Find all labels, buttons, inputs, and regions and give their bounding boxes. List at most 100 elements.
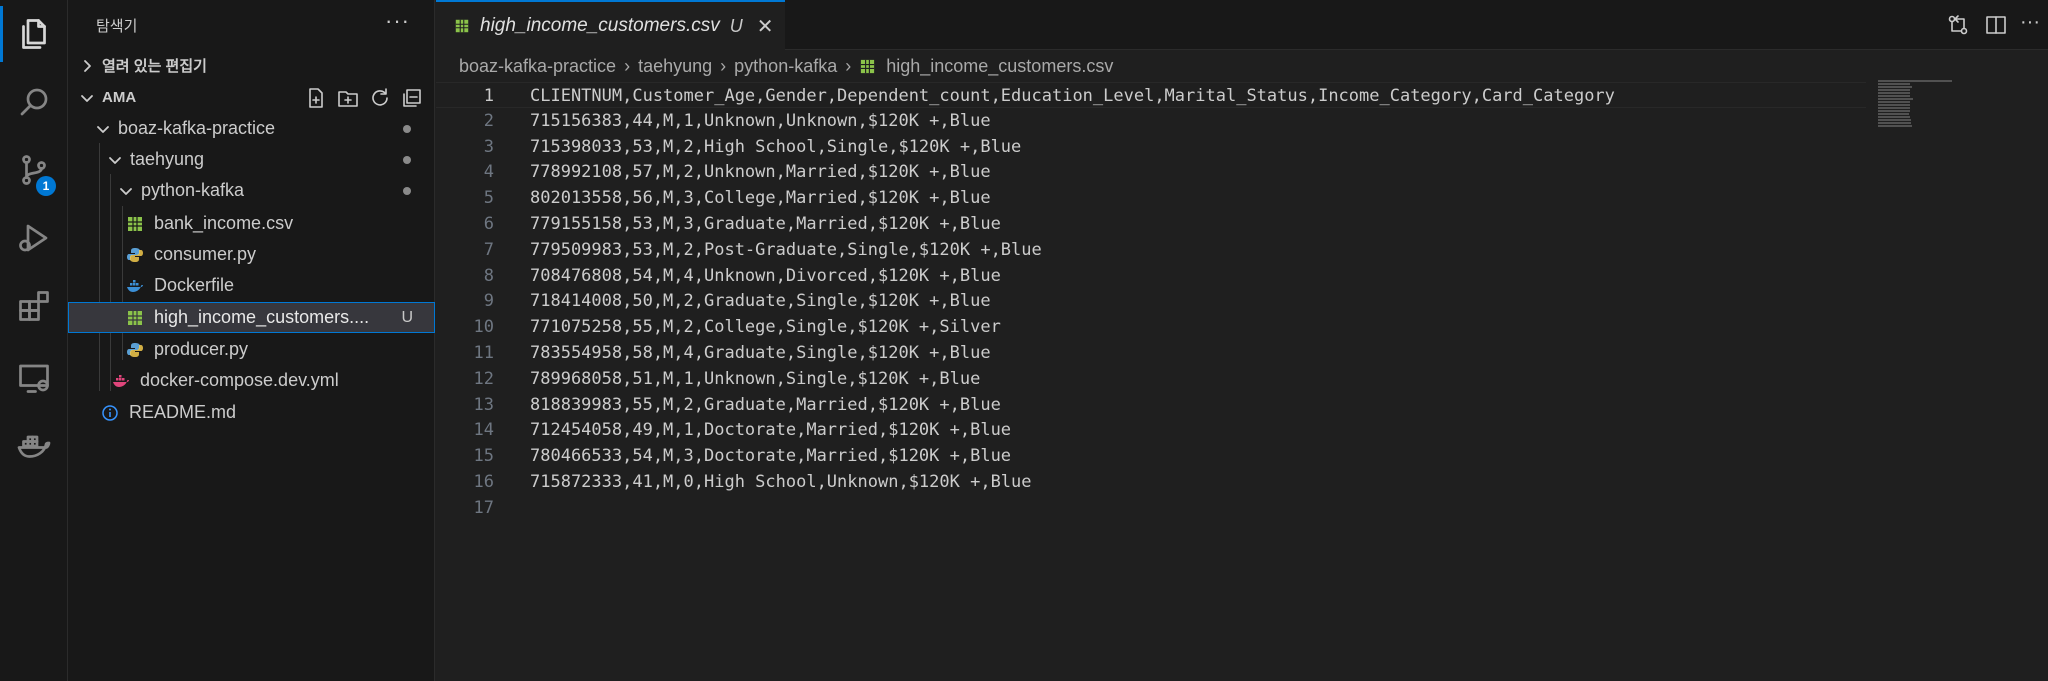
line-number: 6 [483, 214, 494, 234]
line-number: 5 [483, 188, 494, 209]
refresh-icon[interactable] [369, 87, 391, 109]
code-line[interactable]: 1 CLIENTNUM,Customer_Age,Gender,Dependent… [436, 82, 1866, 108]
tree-file-high-income-customers-csv[interactable]: high_income_customers.... U [68, 302, 435, 333]
minimap[interactable] [1878, 80, 1998, 140]
line-number: 8 [483, 265, 494, 286]
tree-item-label: Dockerfile [154, 275, 235, 295]
tab-high-income-customers-csv[interactable]: high_income_customers.csv U ✕ [436, 0, 785, 50]
sidebar-title: 탐색기 [96, 18, 138, 35]
minimap-line [1878, 101, 1911, 103]
tree-folder-boaz-kafka-practice[interactable]: boaz-kafka-practice [68, 113, 435, 144]
tree-item-label: high_income_customers.... [154, 307, 370, 327]
breadcrumb-item[interactable]: python-kafka [734, 56, 837, 77]
breadcrumb-item[interactable]: high_income_customers.csv [886, 56, 1113, 77]
line-number: 17 [473, 497, 494, 518]
source-control-icon[interactable]: 1 [0, 138, 68, 202]
tree-item-label: bank_income.csv [154, 213, 294, 233]
code-line[interactable]: 4 778992108,57,M,2,Unknown,Married,$120K … [436, 159, 1866, 185]
code-line[interactable]: 2 715156383,44,M,1,Unknown,Unknown,$120K … [436, 108, 1866, 134]
chevron-right-icon [78, 57, 96, 75]
code-line[interactable]: 11 783554958,58,M,4,Graduate,Single,$120K… [436, 340, 1866, 366]
breadcrumb: boaz-kafka-practice › taehyung › python-… [459, 53, 1113, 79]
code-line[interactable]: 12 789968058,51,M,1,Unknown,Single,$120K … [436, 366, 1866, 392]
code-line[interactable]: 6 779155158,53,M,3,Graduate,Married,$120K… [436, 211, 1866, 237]
line-content: 715156383,44,M,1,Unknown,Unknown,$120K +… [530, 110, 991, 131]
chevron-down-icon [78, 89, 96, 107]
breadcrumb-item[interactable]: boaz-kafka-practice [459, 56, 616, 77]
csv-file-icon [455, 19, 469, 33]
code-line[interactable]: 10 771075258,55,M,2,College,Single,$120K … [436, 314, 1866, 340]
code-line[interactable]: 7 779509983,53,M,2,Post-Graduate,Single,$… [436, 237, 1866, 263]
python-file-icon [127, 342, 143, 357]
extensions-icon[interactable] [0, 274, 68, 338]
tree-file-dockerfile[interactable]: Dockerfile [68, 270, 435, 301]
code-line[interactable]: 5 802013558,56,M,3,College,Married,$120K … [436, 185, 1866, 211]
close-icon[interactable]: ✕ [757, 14, 774, 39]
code-line[interactable]: 14 712454058,49,M,1,Doctorate,Married,$12… [436, 417, 1866, 443]
code-line[interactable]: 16 715872333,41,M,0,High School,Unknown,$… [436, 469, 1866, 495]
line-content: 715398033,53,M,2,High School,Single,$120… [530, 136, 1022, 157]
line-content: 802013558,56,M,3,College,Married,$120K +… [530, 188, 991, 209]
docker-file-icon [127, 279, 143, 292]
tree-item-label: docker-compose.dev.yml [140, 370, 339, 390]
more-actions-icon[interactable]: ··· [385, 8, 410, 34]
minimap-line [1878, 119, 1911, 121]
chevron-right-icon: › [845, 55, 852, 76]
line-content: 789968058,51,M,1,Unknown,Single,$120K +,… [530, 368, 981, 389]
line-number: 2 [483, 110, 494, 131]
line-number: 3 [483, 136, 494, 157]
tree-file-bank-income-csv[interactable]: bank_income.csv [68, 208, 435, 239]
tree-folder-python-kafka[interactable]: python-kafka [68, 175, 435, 206]
workspace-section[interactable]: AMA [68, 82, 435, 113]
line-number: 11 [473, 343, 494, 363]
minimap-line [1878, 107, 1911, 109]
chevron-down-icon [94, 120, 112, 138]
source-control-badge: 1 [36, 176, 56, 196]
tree-file-readme-md[interactable]: README.md [68, 397, 435, 428]
remote-explorer-icon[interactable] [0, 346, 68, 410]
line-content: 715872333,41,M,0,High School,Unknown,$12… [530, 472, 1032, 492]
python-file-icon [127, 247, 143, 262]
minimap-line [1878, 80, 1953, 82]
tree-file-producer-py[interactable]: producer.py [68, 334, 435, 365]
search-icon[interactable] [0, 70, 68, 134]
explorer-icon[interactable] [0, 2, 68, 66]
new-file-icon[interactable] [305, 87, 327, 109]
tree-folder-taehyung[interactable]: taehyung [68, 144, 435, 175]
code-line[interactable]: 17 [436, 495, 1866, 521]
tree-item-label: consumer.py [154, 244, 257, 264]
line-content: 712454058,49,M,1,Doctorate,Married,$120K… [530, 420, 1012, 441]
collapse-all-icon[interactable] [401, 87, 423, 109]
line-content: 779509983,53,M,2,Post-Graduate,Single,$1… [530, 239, 1042, 260]
code-line[interactable]: 15 780466533,54,M,3,Doctorate,Married,$12… [436, 443, 1866, 469]
breadcrumb-item[interactable]: taehyung [638, 56, 712, 77]
modified-dot [403, 156, 411, 164]
open-editors-section[interactable]: 열려 있는 편집기 [68, 50, 435, 81]
code-line[interactable]: 13 818839983,55,M,2,Graduate,Married,$120… [436, 392, 1866, 418]
tree-item-label: README.md [129, 402, 237, 422]
csv-file-icon [861, 59, 875, 73]
line-number: 1 [483, 86, 494, 106]
split-editor-icon[interactable] [1984, 13, 2008, 37]
open-changes-icon[interactable] [1946, 13, 1970, 37]
minimap-line [1878, 116, 1911, 118]
tree-file-docker-compose-dev-yml[interactable]: docker-compose.dev.yml [68, 365, 435, 396]
minimap-line [1878, 122, 1911, 124]
tab-label: high_income_customers.csv [480, 15, 720, 36]
code-editor[interactable]: 1 CLIENTNUM,Customer_Age,Gender,Dependent… [436, 80, 2048, 681]
modified-dot [403, 125, 411, 133]
code-line[interactable]: 3 715398033,53,M,2,High School,Single,$12… [436, 134, 1866, 160]
chevron-right-icon: › [720, 55, 727, 76]
tree-file-consumer-py[interactable]: consumer.py [68, 239, 435, 270]
run-debug-icon[interactable] [0, 206, 68, 270]
new-folder-icon[interactable] [337, 87, 359, 109]
info-icon [102, 404, 118, 421]
sidebar-header: 탐색기 ··· [68, 0, 434, 50]
code-line[interactable]: 9 718414008,50,M,2,Graduate,Single,$120K … [436, 288, 1866, 314]
tree-item-label: taehyung [130, 149, 205, 169]
code-line[interactable]: 8 708476808,54,M,4,Unknown,Divorced,$120K… [436, 263, 1866, 289]
more-actions-icon[interactable]: ··· [2020, 12, 2044, 37]
line-content: 780466533,54,M,3,Doctorate,Married,$120K… [530, 446, 1012, 467]
docker-icon[interactable] [0, 414, 68, 478]
line-content: 778992108,57,M,2,Unknown,Married,$120K +… [530, 162, 991, 183]
